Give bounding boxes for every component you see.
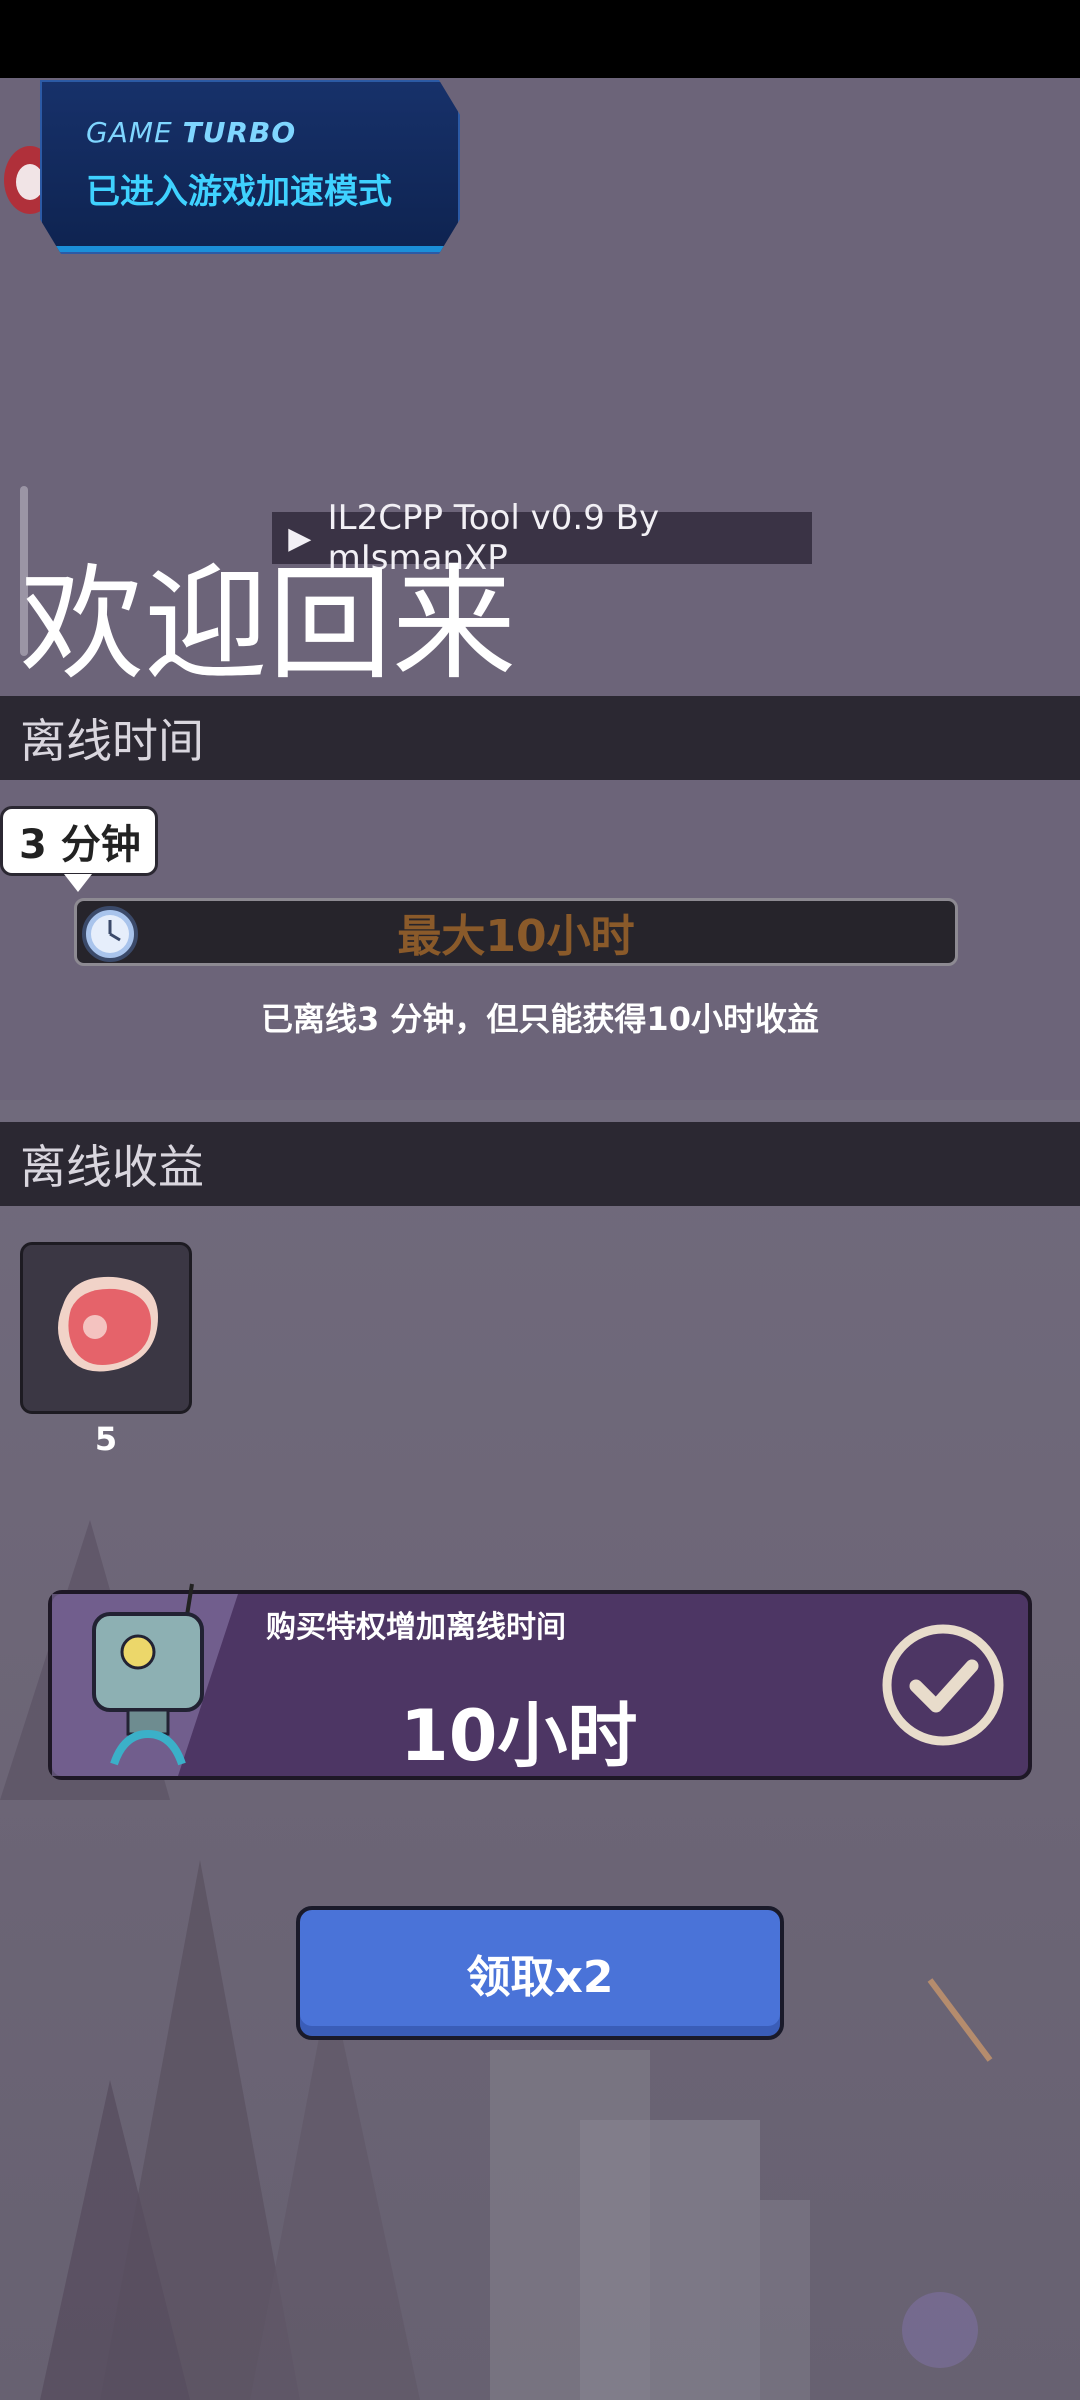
privilege-hours: 10小时 <box>400 1695 638 1777</box>
elapsed-time-badge: 3 分钟 <box>0 806 158 876</box>
check-circle-icon[interactable] <box>880 1622 1006 1748</box>
status-bar <box>0 0 1080 78</box>
play-icon: ▶ <box>288 520 312 556</box>
section-title: 离线时间 <box>20 714 204 768</box>
max-offline-label: 最大10小时 <box>397 911 635 962</box>
offline-message: 已离线3 分钟，但只能获得10小时收益 <box>261 1000 819 1038</box>
privilege-label: 购买特权增加离线时间 <box>266 1610 566 1645</box>
badge-pointer <box>64 874 92 892</box>
reward-item-count: 5 <box>94 1420 118 1458</box>
section-title: 离线收益 <box>20 1140 204 1194</box>
section-offline-rewards: 离线收益 <box>0 1122 1080 1206</box>
reward-item-tile[interactable] <box>20 1242 192 1414</box>
section-offline-time: 离线时间 <box>0 696 1080 780</box>
elapsed-time-label: 3 分钟 <box>19 822 141 868</box>
meat-icon <box>58 1276 158 1372</box>
claim-button-label: 领取x2 <box>466 1952 614 2003</box>
welcome-title: 欢迎回来 <box>20 553 517 697</box>
claim-x2-button[interactable]: 领取x2 <box>296 1906 784 2040</box>
game-turbo-banner: GAME TURBO 已进入游戏加速模式 <box>40 80 460 254</box>
turbo-title: GAME TURBO <box>86 116 297 149</box>
turbo-message: 已进入游戏加速模式 <box>86 172 392 212</box>
robot-icon <box>74 1574 234 1784</box>
